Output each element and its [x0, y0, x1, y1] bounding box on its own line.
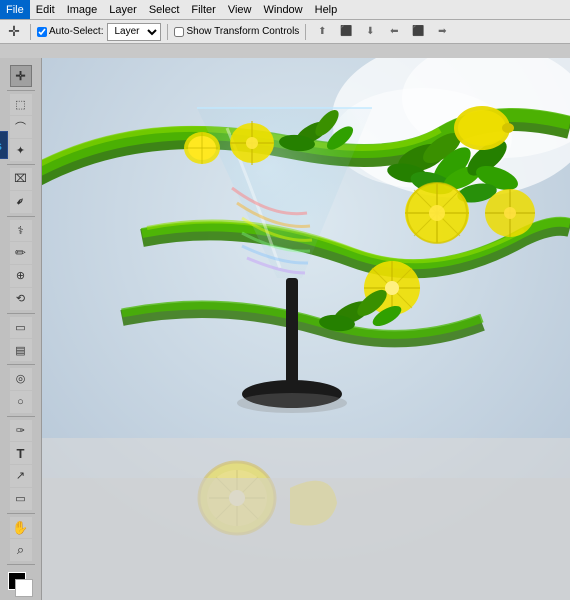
- menu-edit[interactable]: Edit: [30, 0, 61, 19]
- blur-tool-button[interactable]: ◎: [10, 368, 32, 390]
- history-brush-tool-button[interactable]: ⟲: [10, 288, 32, 310]
- layer-select[interactable]: Layer Group: [107, 23, 161, 41]
- eyedropper-tool-button[interactable]: ✒: [10, 191, 32, 213]
- tool-separator4: [7, 313, 35, 314]
- eraser-tool-button[interactable]: ▭: [10, 317, 32, 339]
- text-tool-button[interactable]: T: [10, 442, 32, 464]
- menu-file[interactable]: File: [0, 0, 30, 19]
- rectangular-marquee-tool-button[interactable]: ⬚: [10, 94, 32, 116]
- tool-separator5: [7, 364, 35, 365]
- tool-separator7: [7, 513, 35, 514]
- separator2: [167, 24, 168, 40]
- align-left-icon[interactable]: ⬅: [384, 22, 404, 42]
- lasso-tool-button[interactable]: ⌒: [10, 116, 32, 138]
- align-bottom-icon[interactable]: ⬇: [360, 22, 380, 42]
- align-vcenter-icon[interactable]: ⬛: [336, 22, 356, 42]
- align-hcenter-icon[interactable]: ⬛: [408, 22, 428, 42]
- show-transform-checkbox[interactable]: [174, 27, 184, 37]
- shape-tool-button[interactable]: ▭: [10, 488, 32, 510]
- brush-tool-button[interactable]: ✏: [10, 242, 32, 264]
- align-right-icon[interactable]: ➡: [432, 22, 452, 42]
- gradient-tool-button[interactable]: ▤: [10, 339, 32, 361]
- menu-view[interactable]: View: [222, 0, 258, 19]
- tool-separator8: [7, 564, 35, 565]
- menu-image[interactable]: Image: [61, 0, 104, 19]
- dodge-tool-button[interactable]: ○: [10, 391, 32, 413]
- main-area: 400 450 500 550 600 650 700 750 800 850 …: [42, 44, 570, 600]
- canvas-area: -350 -300 -250 -200 -150 -100 -50 0 50 1…: [42, 58, 570, 600]
- photoshop-logo: Ps: [0, 131, 8, 159]
- tool-separator2: [7, 164, 35, 165]
- show-transform-label: Show Transform Controls: [186, 26, 299, 37]
- foreground-background-colors[interactable]: [8, 572, 34, 598]
- move-tool-icon[interactable]: ✛: [4, 22, 24, 42]
- hand-tool-button[interactable]: ✋: [10, 517, 32, 539]
- healing-brush-tool-button[interactable]: ⚕: [10, 220, 32, 242]
- options-toolbar: ✛ Auto-Select: Layer Group Show Transfor…: [0, 20, 570, 44]
- tool-separator3: [7, 216, 35, 217]
- tool-separator6: [7, 416, 35, 417]
- tool-separator: [7, 90, 35, 91]
- move-tool-button[interactable]: ✛: [10, 65, 32, 87]
- separator3: [305, 24, 306, 40]
- menu-help[interactable]: Help: [309, 0, 344, 19]
- menu-window[interactable]: Window: [258, 0, 309, 19]
- auto-select-checkbox[interactable]: [37, 27, 47, 37]
- auto-select-label: Auto-Select:: [49, 26, 103, 37]
- separator: [30, 24, 31, 40]
- quick-select-tool-button[interactable]: ✦: [10, 139, 32, 161]
- crop-tool-button[interactable]: ⌧: [10, 168, 32, 190]
- menu-filter[interactable]: Filter: [185, 0, 221, 19]
- align-top-icon[interactable]: ⬆: [312, 22, 332, 42]
- menu-select[interactable]: Select: [143, 0, 186, 19]
- auto-select-checkbox-group: Auto-Select:: [37, 26, 103, 37]
- left-toolbar: Ps ✛ ⬚ ⌒ ✦ ⌧ ✒ ⚕ ✏ ⊕ ⟲ ▭ ▤ ◎ ○ ✑: [0, 58, 42, 600]
- menu-bar: File Edit Image Layer Select Filter View…: [0, 0, 570, 20]
- show-transform-checkbox-group: Show Transform Controls: [174, 26, 299, 37]
- canvas-illustration: [42, 58, 570, 600]
- pen-tool-button[interactable]: ✑: [10, 420, 32, 442]
- path-select-tool-button[interactable]: ↗: [10, 465, 32, 487]
- zoom-tool-button[interactable]: ⌕: [10, 539, 32, 561]
- menu-layer[interactable]: Layer: [103, 0, 143, 19]
- canvas-content[interactable]: [42, 58, 570, 600]
- clone-stamp-tool-button[interactable]: ⊕: [10, 265, 32, 287]
